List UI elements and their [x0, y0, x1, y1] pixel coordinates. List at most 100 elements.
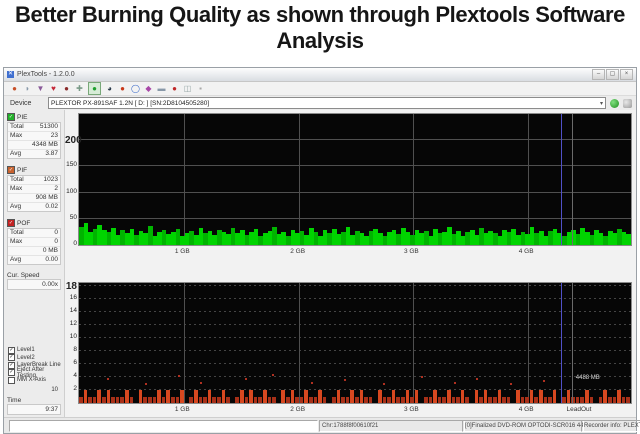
checkbox-icon[interactable] — [8, 376, 15, 384]
chart-bar — [198, 228, 204, 245]
stat-row-value: 0 — [54, 238, 58, 245]
checkbox-icon[interactable]: ✓ — [8, 346, 15, 354]
checkbox-icon[interactable]: ✓ — [8, 361, 15, 369]
x-tick-label: 3 GB — [403, 248, 419, 255]
media-icon[interactable]: ▼ — [36, 84, 45, 93]
report-icon[interactable]: ▬ — [157, 84, 166, 93]
pif-checkbox[interactable]: ✓ — [7, 166, 15, 174]
close-button[interactable]: × — [620, 69, 633, 80]
cd-icon[interactable]: ◕ — [105, 84, 114, 93]
stat-row-value: 51300 — [39, 123, 58, 130]
stat-row-label: Total — [10, 176, 24, 183]
pof-checkbox[interactable]: ✓ — [7, 219, 15, 227]
chart-bar — [83, 223, 89, 245]
view-icon[interactable]: ◫ — [183, 84, 192, 93]
stat-panel-header: ✓ PIF — [7, 166, 61, 174]
stat-panel-label: PIE — [17, 113, 28, 121]
chart-bar — [79, 396, 83, 403]
scan-icon[interactable]: ◯ — [131, 84, 140, 93]
option-level2[interactable]: ✓ Level2 — [8, 354, 64, 362]
minimize-button[interactable]: – — [592, 69, 605, 80]
chart-bar — [286, 396, 290, 403]
x-tick-label: 2 GB — [290, 406, 306, 413]
chart-bar — [529, 390, 534, 403]
chart-bar — [410, 235, 415, 245]
chart-bar — [286, 236, 291, 245]
chart-bar — [171, 231, 176, 245]
option-eject-after-testing[interactable]: ✓ Eject After Testing — [8, 367, 64, 379]
chart-bar — [226, 396, 230, 403]
chart-bar — [479, 396, 483, 403]
stat-row: Avg 3.87 — [8, 150, 60, 158]
chart-bar — [180, 236, 185, 245]
stat-row-value: 0 MB — [42, 247, 58, 254]
chart-bar — [552, 229, 558, 245]
chart-bar — [322, 230, 328, 245]
disc-info-icon[interactable]: ● — [10, 84, 19, 93]
checkbox-icon[interactable]: ✓ — [8, 369, 15, 377]
chart-bar — [488, 396, 492, 403]
annotation-label: 4488 MB — [575, 375, 600, 382]
start-test-button[interactable] — [610, 98, 619, 108]
chart-bar — [447, 390, 451, 403]
y-tick-label: 100 — [66, 187, 77, 195]
stat-row-label: Max — [10, 185, 23, 192]
burn-icon[interactable]: ● — [118, 84, 127, 93]
chart-bar — [419, 232, 424, 245]
chart-bar — [221, 390, 226, 403]
stat-panel-pie: ✓ PIE Total 51300 Max 23 4348 MB Avg 3.87 — [7, 113, 61, 159]
chart-bar — [189, 396, 193, 403]
display-options: ✓ Level1 ✓ Level2 ✓ LayerBreak Line ✓ Eject Aft… — [4, 346, 64, 385]
chart-bar — [617, 390, 621, 403]
chart-bar — [106, 390, 111, 403]
chart-bar — [217, 229, 222, 245]
stat-row-value: 2 — [54, 185, 58, 192]
settings-icon[interactable]: ◆ — [144, 84, 153, 93]
window-titlebar: ✕ PlexTools - 1.2.0.0 – ▢ × — [4, 68, 636, 82]
erase-icon[interactable]: ● — [62, 84, 71, 93]
chart-bar — [368, 396, 373, 403]
add-test-icon[interactable]: ✚ — [75, 84, 84, 93]
chart-bar — [313, 231, 319, 245]
device-options-button[interactable] — [623, 98, 632, 108]
chart-bar — [166, 390, 170, 403]
stat-row: 908 MB — [8, 194, 60, 203]
chart-bar — [451, 234, 457, 245]
y-tick-label: 200 — [65, 135, 82, 147]
stat-row-value: 4348 MB — [31, 141, 58, 148]
chart-bar — [290, 229, 296, 245]
maximize-button[interactable]: ▢ — [606, 69, 619, 80]
chart-plot-area — [78, 113, 632, 246]
drive-icon[interactable]: ◗ — [23, 84, 32, 93]
help-icon[interactable]: ▪ — [196, 84, 205, 93]
y-tick-label: 50 — [69, 213, 77, 221]
chart-bar — [621, 231, 627, 245]
chart-bar — [327, 233, 332, 245]
status-input[interactable] — [9, 420, 318, 432]
pie-checkbox[interactable]: ✓ — [7, 113, 15, 121]
chart-bar — [483, 390, 488, 403]
h-gridline — [79, 350, 631, 352]
chart-bar — [373, 228, 378, 245]
device-combo[interactable]: PLEXTOR PX-891SAF 1.2N [ D: ] [SN:2D8104… — [48, 97, 606, 109]
chart-bar — [580, 396, 584, 403]
favorites-icon[interactable]: ♥ — [49, 84, 58, 93]
chart-bar — [566, 231, 572, 245]
stop-icon[interactable]: ● — [170, 84, 179, 93]
chart-bar — [332, 396, 336, 403]
chart-bar — [608, 230, 613, 245]
qcheck-icon[interactable]: ● — [88, 82, 101, 95]
chart-bar — [230, 227, 236, 245]
stat-panel-header: ✓ POF — [7, 219, 61, 227]
chart-bar — [138, 230, 144, 245]
chevron-down-icon[interactable]: ▾ — [600, 100, 603, 107]
chart-bar — [295, 396, 299, 403]
chart-bar — [295, 232, 300, 245]
option-level1[interactable]: ✓ Level1 — [8, 346, 64, 355]
stat-row-label: Avg — [10, 203, 22, 210]
chart-bar — [120, 229, 125, 245]
checkbox-icon[interactable]: ✓ — [8, 354, 15, 362]
chart-bar — [313, 396, 318, 403]
chart-bar — [355, 396, 359, 403]
chart-bar — [111, 227, 116, 245]
